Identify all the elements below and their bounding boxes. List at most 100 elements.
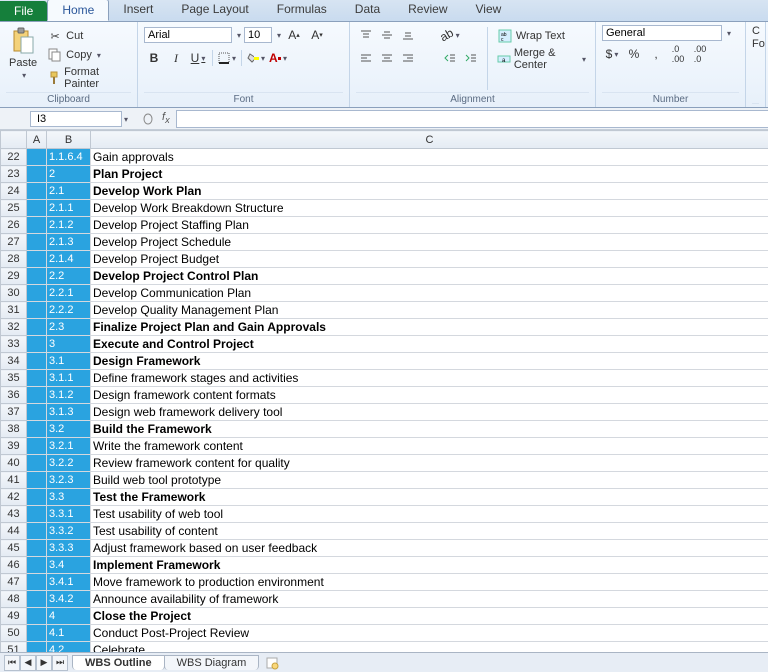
- cell[interactable]: 3.2.3: [47, 472, 91, 489]
- fill-color-button[interactable]: [246, 48, 266, 68]
- cell[interactable]: 3.2.1: [47, 438, 91, 455]
- cell[interactable]: [27, 489, 47, 506]
- font-size-select[interactable]: [244, 27, 272, 43]
- col-header-A[interactable]: A: [27, 131, 47, 149]
- cell[interactable]: [27, 506, 47, 523]
- increase-font-button[interactable]: A▴: [284, 25, 304, 45]
- cell[interactable]: [27, 421, 47, 438]
- cell[interactable]: Build web tool prototype: [91, 472, 768, 489]
- orientation-button[interactable]: ab: [440, 25, 460, 45]
- font-color-button[interactable]: A: [268, 48, 288, 68]
- bold-button[interactable]: B: [144, 48, 164, 68]
- cell[interactable]: Conduct Post-Project Review: [91, 625, 768, 642]
- cell[interactable]: 2.1.1: [47, 200, 91, 217]
- cell[interactable]: Test the Framework: [91, 489, 768, 506]
- row-header[interactable]: 29: [1, 268, 27, 285]
- row-header[interactable]: 24: [1, 183, 27, 200]
- cell[interactable]: Develop Quality Management Plan: [91, 302, 768, 319]
- row-header[interactable]: 35: [1, 370, 27, 387]
- decrease-indent-button[interactable]: [440, 48, 460, 68]
- row-header[interactable]: 49: [1, 608, 27, 625]
- cell[interactable]: Develop Project Schedule: [91, 234, 768, 251]
- cell[interactable]: 4: [47, 608, 91, 625]
- cell[interactable]: [27, 523, 47, 540]
- tab-view[interactable]: View: [462, 0, 516, 21]
- cell[interactable]: [27, 404, 47, 421]
- decrease-font-button[interactable]: A▾: [307, 25, 327, 45]
- cell[interactable]: [27, 319, 47, 336]
- select-all-corner[interactable]: [1, 131, 27, 149]
- cell[interactable]: 3.1.1: [47, 370, 91, 387]
- cell[interactable]: 2.1.3: [47, 234, 91, 251]
- cut-button[interactable]: ✂ Cut: [44, 27, 131, 45]
- percent-button[interactable]: %: [624, 44, 644, 64]
- sheet-nav-last[interactable]: ⏭: [52, 655, 68, 671]
- row-header[interactable]: 37: [1, 404, 27, 421]
- cell[interactable]: Move framework to production environment: [91, 574, 768, 591]
- cell[interactable]: 1.1.6.4: [47, 149, 91, 166]
- row-header[interactable]: 27: [1, 234, 27, 251]
- cell[interactable]: Gain approvals: [91, 149, 768, 166]
- cell[interactable]: [27, 438, 47, 455]
- align-left-button[interactable]: [356, 48, 376, 68]
- cell[interactable]: Test usability of content: [91, 523, 768, 540]
- cell[interactable]: [27, 625, 47, 642]
- cell[interactable]: Design web framework delivery tool: [91, 404, 768, 421]
- cell[interactable]: Develop Work Breakdown Structure: [91, 200, 768, 217]
- tab-review[interactable]: Review: [394, 0, 461, 21]
- tab-data[interactable]: Data: [341, 0, 394, 21]
- name-box-caret[interactable]: [122, 113, 128, 125]
- cell[interactable]: [27, 149, 47, 166]
- align-right-button[interactable]: [398, 48, 418, 68]
- row-header[interactable]: 40: [1, 455, 27, 472]
- cell[interactable]: 3.1.2: [47, 387, 91, 404]
- cell[interactable]: Execute and Control Project: [91, 336, 768, 353]
- italic-button[interactable]: I: [166, 48, 186, 68]
- cell[interactable]: 3.4.1: [47, 574, 91, 591]
- cell[interactable]: [27, 234, 47, 251]
- cell[interactable]: [27, 591, 47, 608]
- cell[interactable]: Develop Project Budget: [91, 251, 768, 268]
- col-header-B[interactable]: B: [47, 131, 91, 149]
- row-header[interactable]: 38: [1, 421, 27, 438]
- cell[interactable]: [27, 608, 47, 625]
- cell[interactable]: [27, 217, 47, 234]
- row-header[interactable]: 47: [1, 574, 27, 591]
- cell[interactable]: 3.4: [47, 557, 91, 574]
- cell[interactable]: 3.1: [47, 353, 91, 370]
- name-box[interactable]: [30, 111, 122, 127]
- cell[interactable]: [27, 251, 47, 268]
- cell[interactable]: Design framework content formats: [91, 387, 768, 404]
- font-name-select[interactable]: [144, 27, 232, 43]
- comma-button[interactable]: ,: [646, 44, 666, 64]
- cell[interactable]: [27, 353, 47, 370]
- currency-button[interactable]: $: [602, 44, 622, 64]
- cell[interactable]: 2.2.2: [47, 302, 91, 319]
- cell[interactable]: 3.4.2: [47, 591, 91, 608]
- align-middle-button[interactable]: [377, 25, 397, 45]
- row-header[interactable]: 41: [1, 472, 27, 489]
- align-center-button[interactable]: [377, 48, 397, 68]
- sheet-tab-wbs-diagram[interactable]: WBS Diagram: [164, 655, 260, 670]
- number-format-select[interactable]: [602, 25, 722, 41]
- underline-button[interactable]: U: [188, 48, 208, 68]
- row-header[interactable]: 39: [1, 438, 27, 455]
- row-header[interactable]: 31: [1, 302, 27, 319]
- cell[interactable]: Review framework content for quality: [91, 455, 768, 472]
- cell[interactable]: [27, 472, 47, 489]
- cell[interactable]: 2.2: [47, 268, 91, 285]
- row-header[interactable]: 48: [1, 591, 27, 608]
- cell[interactable]: [27, 455, 47, 472]
- cell[interactable]: Plan Project: [91, 166, 768, 183]
- cell[interactable]: Develop Work Plan: [91, 183, 768, 200]
- cell[interactable]: Develop Project Control Plan: [91, 268, 768, 285]
- cell[interactable]: 3.3.2: [47, 523, 91, 540]
- cell[interactable]: Test usability of web tool: [91, 506, 768, 523]
- cell[interactable]: 2.1: [47, 183, 91, 200]
- merge-center-button[interactable]: a Merge & Center: [494, 46, 589, 72]
- format-painter-button[interactable]: Format Painter: [44, 65, 131, 91]
- cell[interactable]: 3.2: [47, 421, 91, 438]
- cell[interactable]: Announce availability of framework: [91, 591, 768, 608]
- row-header[interactable]: 44: [1, 523, 27, 540]
- fx-cancel-icon[interactable]: [140, 111, 156, 127]
